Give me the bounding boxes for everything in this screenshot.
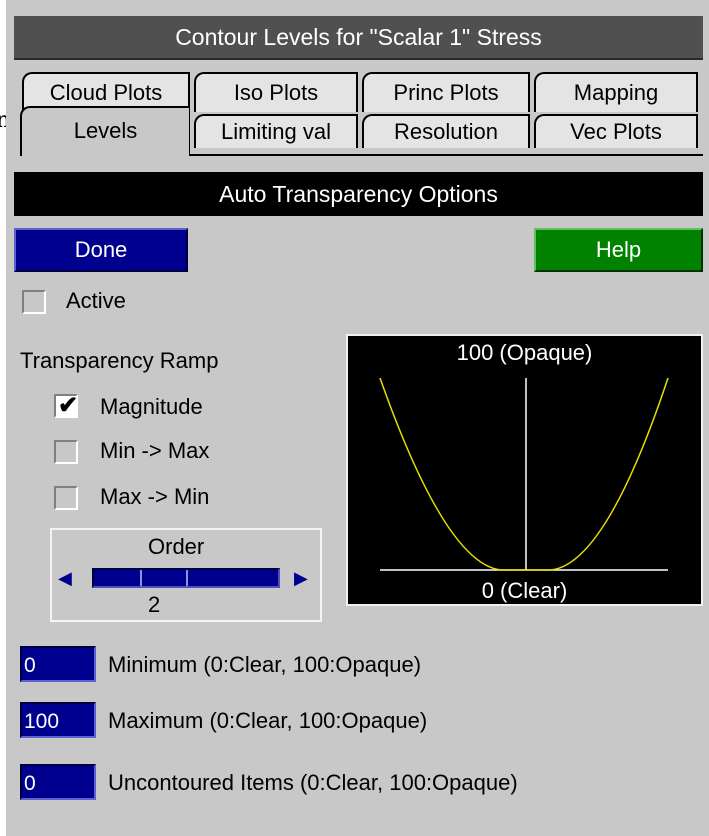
active-label: Active — [66, 288, 126, 313]
slider-divider — [186, 570, 188, 586]
help-button[interactable]: Help — [534, 228, 703, 272]
maximum-label: Maximum (0:Clear, 100:Opaque) — [108, 708, 428, 733]
checkmark-icon: ✔ — [58, 392, 79, 419]
uncontoured-items-label: Uncontoured Items (0:Clear, 100:Opaque) — [108, 770, 518, 795]
tab-mapping[interactable]: Mapping — [534, 72, 698, 112]
window-title: Contour Levels for "Scalar 1" Stress — [14, 16, 703, 60]
section-title: Auto Transparency Options — [14, 172, 703, 216]
maximum-field[interactable]: 100 — [20, 702, 96, 738]
max-to-min-label: Max -> Min — [100, 484, 210, 509]
tab-princ-plots[interactable]: Princ Plots — [362, 72, 530, 112]
min-to-max-checkbox[interactable] — [54, 440, 78, 464]
order-slider[interactable] — [92, 568, 280, 588]
triangle-left-icon[interactable]: ◀ — [58, 568, 72, 589]
graph-bottom-label: 0 (Clear) — [481, 578, 568, 603]
tab-resolution[interactable]: Resolution — [362, 114, 530, 148]
tab-divider — [190, 154, 703, 156]
tab-vec-plots[interactable]: Vec Plots — [534, 114, 698, 148]
slider-divider — [140, 570, 142, 586]
magnitude-label: Magnitude — [100, 394, 203, 419]
done-button[interactable]: Done — [14, 228, 188, 272]
ramp-curve — [379, 377, 669, 571]
transparency-ramp-graph: 100 (Opaque) 0 (Clear) — [346, 334, 703, 606]
tab-levels[interactable]: Levels — [20, 106, 190, 156]
max-to-min-checkbox[interactable] — [54, 486, 78, 510]
min-to-max-label: Min -> Max — [100, 438, 210, 463]
active-checkbox[interactable] — [22, 290, 46, 314]
transparency-ramp-heading: Transparency Ramp — [20, 348, 219, 373]
order-label: Order — [148, 534, 205, 559]
tab-iso-plots[interactable]: Iso Plots — [194, 72, 358, 112]
uncontoured-items-field[interactable]: 0 — [20, 764, 96, 800]
minimum-field[interactable]: 0 — [20, 646, 96, 682]
minimum-label: Minimum (0:Clear, 100:Opaque) — [108, 652, 422, 677]
triangle-right-icon[interactable]: ▶ — [294, 568, 308, 589]
order-value: 2 — [148, 592, 161, 617]
ramp-curve-plot — [379, 377, 669, 571]
magnitude-checkbox[interactable]: ✔ — [54, 392, 79, 419]
tab-limiting-val[interactable]: Limiting val — [194, 114, 358, 148]
